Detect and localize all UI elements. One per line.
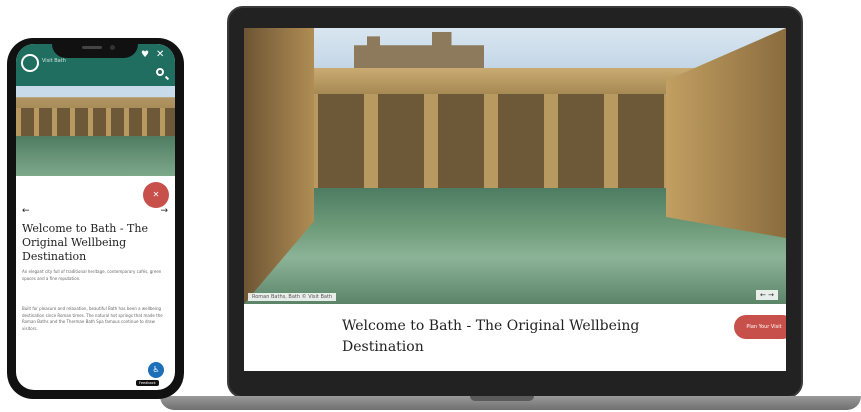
logo-icon[interactable] — [21, 54, 39, 72]
laptop-hinge-notch — [470, 396, 534, 401]
mobile-hero-image — [16, 86, 175, 176]
body-paragraph: Built for pleasure and relaxation, beaut… — [22, 306, 163, 331]
phone-speaker — [82, 46, 102, 49]
phone-notch — [52, 40, 138, 58]
hero-sky — [244, 28, 786, 68]
accessibility-icon[interactable]: ♿ — [148, 362, 164, 378]
image-caption: Roman Baths, Bath © Visit Bath — [248, 293, 337, 301]
hero-image: Roman Baths, Bath © Visit Bath ← → — [244, 28, 786, 304]
logo-text: Visit Bath — [42, 58, 66, 64]
mobile-hero-colonnade — [16, 108, 175, 136]
floating-action-button[interactable]: ✕ — [143, 182, 169, 208]
mobile-page-title: Welcome to Bath - The Original Wellbeing… — [22, 222, 148, 263]
slider-arrows[interactable]: ← → — [756, 290, 778, 300]
arrow-right-icon[interactable]: → — [160, 206, 168, 216]
page-title: Welcome to Bath - The Original Wellbeing… — [342, 318, 640, 355]
phone-screen: Visit Bath ♥ ✕ ← → Welcome to Bath - The… — [16, 44, 175, 390]
close-icon[interactable]: ✕ — [156, 49, 164, 60]
heart-icon[interactable]: ♥ — [141, 50, 149, 60]
phone-camera — [110, 45, 115, 50]
search-icon[interactable] — [156, 68, 164, 76]
laptop-screen: Roman Baths, Bath © Visit Bath ← → Welco… — [244, 28, 786, 371]
plan-visit-button[interactable]: Plan Your Visit — [734, 315, 786, 339]
arrow-left-icon[interactable]: ← — [22, 206, 30, 216]
intro-paragraph: An elegant city full of traditional heri… — [22, 269, 162, 281]
feedback-badge[interactable]: Feedback — [136, 380, 159, 386]
